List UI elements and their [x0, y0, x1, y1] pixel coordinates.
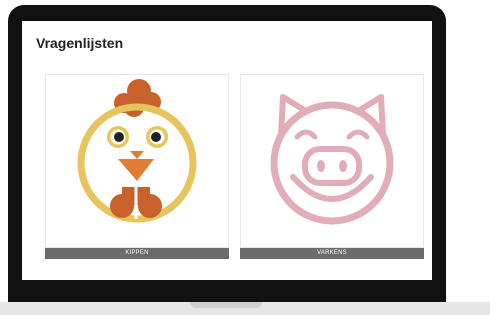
card-kippen[interactable] — [45, 74, 229, 248]
card-varkens[interactable] — [240, 74, 424, 248]
chicken-icon — [77, 79, 197, 223]
browser-screen: Vragenlijsten KIPPEN VARKENS — [22, 21, 432, 280]
page-title: Vragenlijsten — [36, 35, 124, 51]
pig-icon — [270, 94, 394, 225]
card-label-varkens[interactable]: VARKENS — [240, 248, 424, 259]
card-label-kippen[interactable]: KIPPEN — [45, 248, 229, 259]
laptop-notch — [190, 302, 262, 308]
